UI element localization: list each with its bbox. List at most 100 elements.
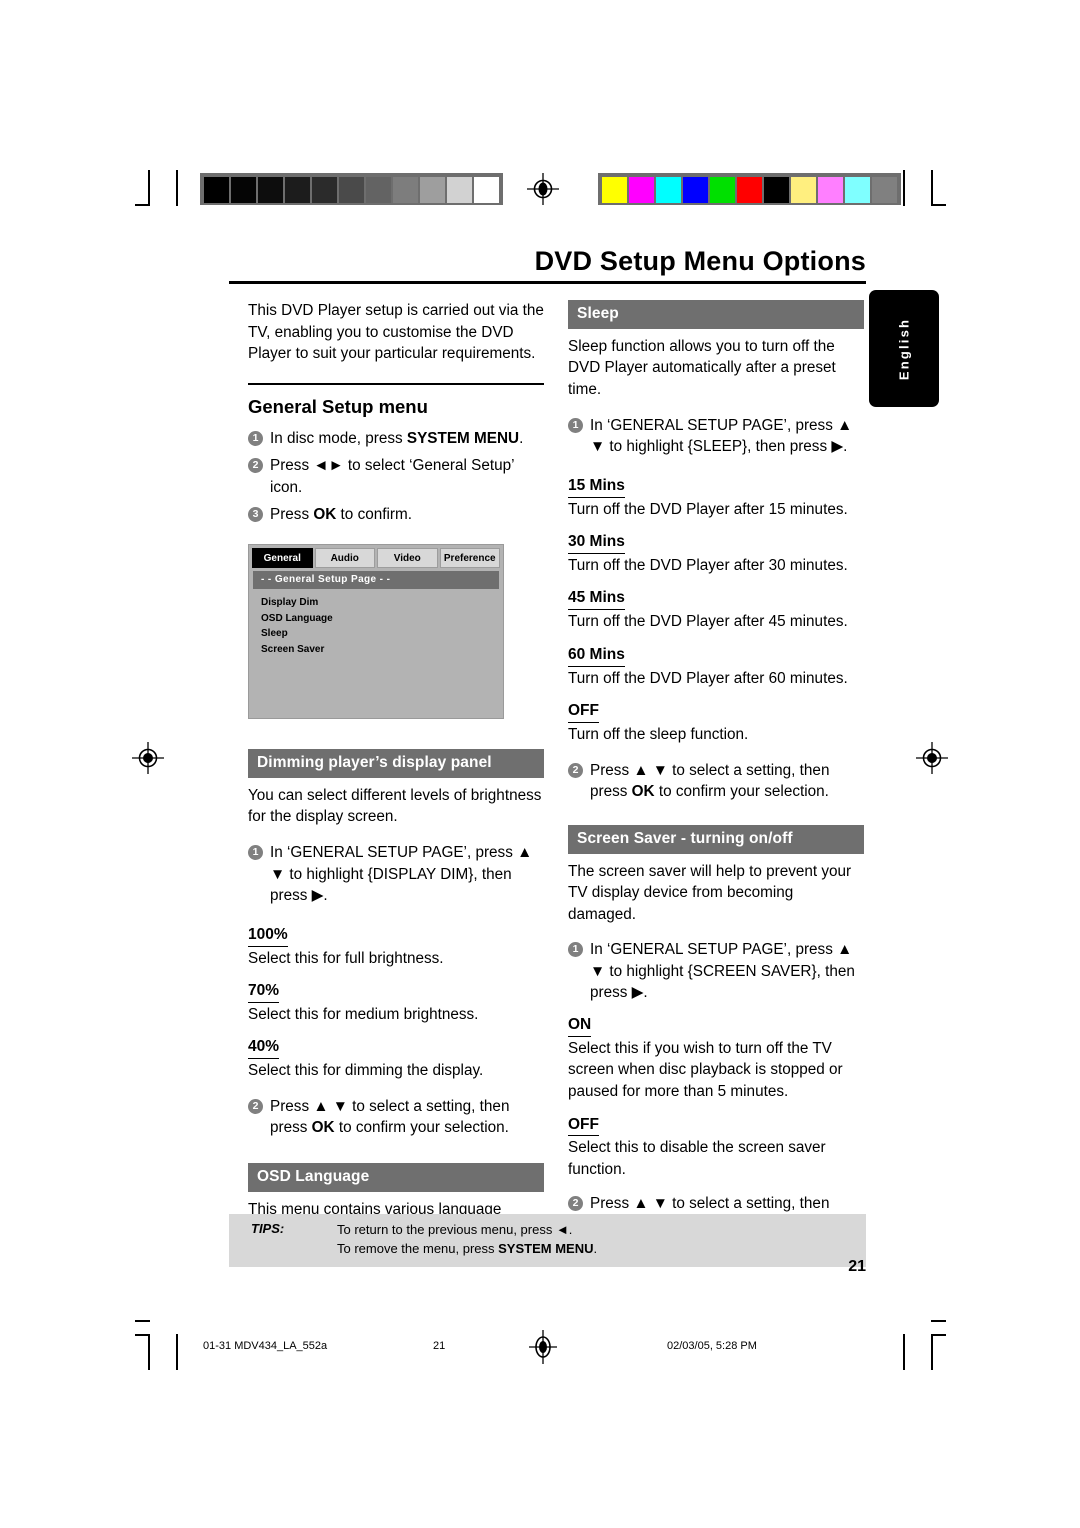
dvd-osd-item-list: Display Dim OSD Language Sleep Screen Sa… bbox=[249, 589, 503, 657]
color-calibration-bar bbox=[598, 173, 901, 205]
list-item: 2 Press ◄► to select ‘General Setup’ ico… bbox=[248, 455, 544, 498]
crop-mark-left-outer bbox=[148, 170, 150, 206]
registration-target-icon-bottom bbox=[526, 1330, 560, 1364]
crop-mark-bottom-right-h bbox=[931, 1320, 946, 1322]
print-slug-page: 21 bbox=[433, 1340, 446, 1352]
step-number-badge: 1 bbox=[248, 844, 263, 860]
grayscale-calibration-bar bbox=[200, 173, 503, 205]
gray-swatch-0 bbox=[204, 177, 229, 203]
color-swatch-10 bbox=[872, 177, 897, 203]
list-item: 2 Press ▲ ▼ to select a setting, then pr… bbox=[568, 760, 864, 803]
sleep-option: OFF Turn off the sleep function. bbox=[568, 689, 864, 745]
crop-mark-bottom-right-v bbox=[903, 1334, 905, 1370]
dimming-intro: You can select different levels of brigh… bbox=[248, 786, 542, 826]
left-column: This DVD Player setup is carried out via… bbox=[248, 300, 544, 1264]
option-description: Turn off the DVD Player after 45 minutes… bbox=[568, 613, 848, 631]
screen-saver-steps-first: 1 In ‘GENERAL SETUP PAGE’, press ▲ ▼ to … bbox=[568, 939, 864, 1004]
sleep-option: 30 Mins Turn off the DVD Player after 30… bbox=[568, 520, 864, 576]
print-slug-filename: 01-31 MDV434_LA_552a bbox=[203, 1340, 328, 1352]
step-number-badge: 3 bbox=[248, 507, 263, 523]
gray-swatch-8 bbox=[420, 177, 445, 203]
step-number-badge: 2 bbox=[568, 1195, 583, 1211]
list-item: 1 In ‘GENERAL SETUP PAGE’, press ▲ ▼ to … bbox=[568, 939, 864, 1004]
option-description: Select this to disable the screen saver … bbox=[568, 1139, 826, 1178]
screen-saver-intro: The screen saver will help to prevent yo… bbox=[568, 862, 852, 923]
option-term: 15 Mins bbox=[568, 475, 625, 498]
step-text: In ‘GENERAL SETUP PAGE’, press ▲ ▼ to hi… bbox=[270, 843, 533, 905]
gray-swatch-7 bbox=[393, 177, 418, 203]
gray-swatch-2 bbox=[258, 177, 283, 203]
step-number-badge: 2 bbox=[568, 762, 583, 778]
step-text: Press ▲ ▼ to select a setting, then pres… bbox=[270, 1097, 510, 1137]
dvd-osd-menu-screenshot: General Audio Video Preference - - Gener… bbox=[248, 544, 504, 720]
option-term: OFF bbox=[568, 1114, 599, 1137]
step-text: In ‘GENERAL SETUP PAGE’, press ▲ ▼ to hi… bbox=[590, 941, 855, 1002]
color-swatch-6 bbox=[764, 177, 789, 203]
dvd-osd-item-screen-saver: Screen Saver bbox=[261, 643, 325, 655]
step-text: Press OK to confirm. bbox=[270, 506, 412, 524]
list-item: 2 Press ▲ ▼ to select a setting, then pr… bbox=[248, 1096, 544, 1139]
crop-mark-left-outer-h bbox=[135, 204, 150, 206]
step-number-badge: 1 bbox=[568, 417, 583, 433]
crop-mark-bottom-left-v bbox=[148, 1334, 150, 1370]
crop-mark-left-inner bbox=[176, 170, 178, 206]
color-swatch-9 bbox=[845, 177, 870, 203]
dimming-option: 40% Select this for dimming the display. bbox=[248, 1025, 544, 1081]
crop-mark-bottom-right-h2 bbox=[931, 1334, 946, 1336]
step-text: In disc mode, press SYSTEM MENU. bbox=[270, 429, 524, 447]
option-term: 30 Mins bbox=[568, 531, 625, 554]
page-number: 21 bbox=[848, 1258, 866, 1275]
sleep-option: 45 Mins Turn off the DVD Player after 45… bbox=[568, 576, 864, 632]
dimming-steps-first: 1 In ‘GENERAL SETUP PAGE’, press ▲ ▼ to … bbox=[248, 842, 544, 907]
color-swatch-7 bbox=[791, 177, 816, 203]
screen-saver-section: Screen Saver - turning on/off The screen… bbox=[568, 824, 864, 1236]
option-description: Select this for full brightness. bbox=[248, 949, 444, 967]
printer-calibration-strip bbox=[0, 0, 1080, 230]
list-item: 3 Press OK to confirm. bbox=[248, 504, 544, 526]
crop-mark-right-inner bbox=[903, 170, 905, 206]
option-term: OFF bbox=[568, 700, 599, 724]
print-slug-timestamp: 02/03/05, 5:28 PM bbox=[667, 1340, 757, 1352]
dimming-section-heading: Dimming player’s display panel bbox=[248, 749, 544, 778]
language-tab: English bbox=[869, 290, 939, 407]
tips-label: TIPS: bbox=[251, 1221, 285, 1236]
title-divider bbox=[229, 281, 866, 285]
page-title: DVD Setup Menu Options bbox=[534, 246, 866, 276]
option-term: 60 Mins bbox=[568, 644, 625, 667]
gray-swatch-6 bbox=[366, 177, 391, 203]
print-slug: 01-31 MDV434_LA_552a 21 02/03/05, 5:28 P… bbox=[0, 1312, 1080, 1392]
list-item: 1 In disc mode, press SYSTEM MENU. bbox=[248, 428, 544, 450]
dvd-osd-tab-video: Video bbox=[377, 548, 438, 569]
dvd-osd-item-osd-language: OSD Language bbox=[261, 612, 333, 624]
sleep-option: 60 Mins Turn off the DVD Player after 60… bbox=[568, 633, 864, 689]
tips-line-1: To return to the previous menu, press ◄. bbox=[337, 1222, 573, 1237]
list-item: 1 In ‘GENERAL SETUP PAGE’, press ▲ ▼ to … bbox=[248, 842, 544, 907]
osd-language-heading: OSD Language bbox=[248, 1163, 544, 1192]
step-number-badge: 1 bbox=[248, 430, 263, 446]
language-tab-label: English bbox=[896, 317, 912, 380]
general-setup-section: General Setup menu 1 In disc mode, press… bbox=[248, 382, 544, 526]
dvd-osd-tab-preference: Preference bbox=[439, 548, 500, 569]
step-text: Press ◄► to select ‘General Setup’ icon. bbox=[270, 457, 514, 496]
option-description: Select this for medium brightness. bbox=[248, 1005, 479, 1023]
dvd-osd-tab-bar: General Audio Video Preference bbox=[249, 545, 503, 569]
step-number-badge: 1 bbox=[568, 942, 583, 958]
color-swatch-4 bbox=[710, 177, 735, 203]
key-label: OK bbox=[631, 783, 655, 801]
list-item: 1 In ‘GENERAL SETUP PAGE’, press ▲ ▼ to … bbox=[568, 415, 864, 458]
color-swatch-3 bbox=[683, 177, 708, 203]
key-label: SYSTEM MENU bbox=[406, 429, 520, 447]
option-term: ON bbox=[568, 1014, 592, 1037]
general-setup-steps: 1 In disc mode, press SYSTEM MENU. 2 Pre… bbox=[248, 428, 544, 526]
gray-swatch-5 bbox=[339, 177, 364, 203]
step-text: In ‘GENERAL SETUP PAGE’, press ▲ ▼ to hi… bbox=[590, 416, 853, 456]
option-description: Turn off the DVD Player after 60 minutes… bbox=[568, 669, 848, 687]
sleep-steps-first: 1 In ‘GENERAL SETUP PAGE’, press ▲ ▼ to … bbox=[568, 415, 864, 458]
dimming-section: Dimming player’s display panel You can s… bbox=[248, 749, 544, 1139]
crop-mark-right-outer bbox=[931, 170, 933, 206]
right-column: Sleep Sleep function allows you to turn … bbox=[568, 300, 864, 1242]
option-term: 40% bbox=[248, 1036, 280, 1060]
option-description: Turn off the sleep function. bbox=[568, 726, 749, 744]
key-label: OK bbox=[313, 506, 337, 524]
dvd-osd-tab-audio: Audio bbox=[314, 548, 375, 569]
